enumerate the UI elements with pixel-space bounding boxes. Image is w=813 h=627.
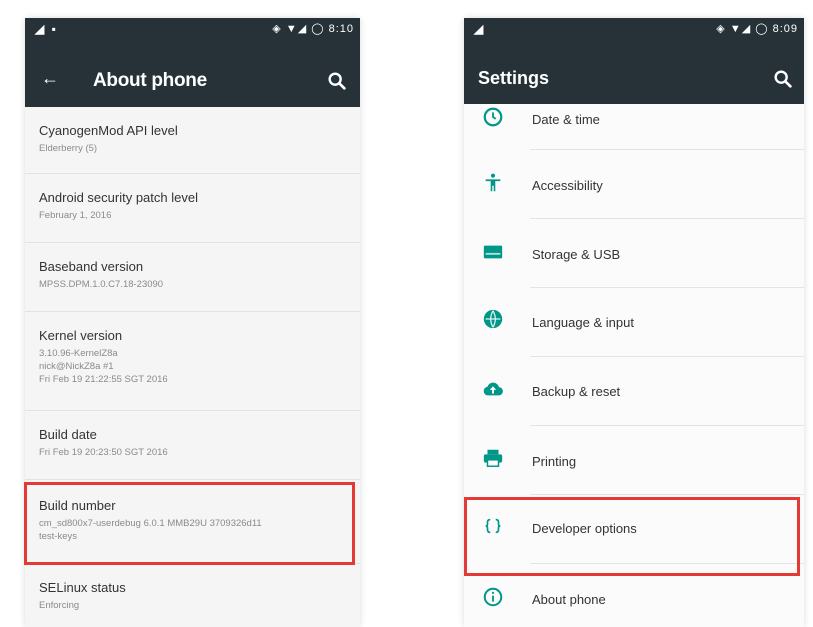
about-item-kernel[interactable]: Kernel version 3.10.96-KernelZ8a nick@Ni…: [25, 312, 360, 411]
search-icon[interactable]: [326, 70, 348, 92]
item-label: Storage & USB: [532, 247, 621, 262]
status-notification-icons: ◢ ▪: [35, 22, 58, 36]
settings-item-printing[interactable]: Printing: [464, 426, 804, 494]
status-system-icons: ◈ ▼◢ ◯ 8:09: [716, 23, 798, 35]
globe-icon: [483, 309, 503, 329]
settings-item-language-input[interactable]: Language & input: [464, 288, 804, 356]
page-title: About phone: [93, 70, 207, 91]
item-title: Build date: [39, 427, 97, 442]
item-label: Printing: [532, 454, 577, 469]
item-title: Android security patch level: [39, 190, 198, 205]
about-item-build-date[interactable]: Build date Fri Feb 19 20:23:50 SGT 2016: [25, 411, 360, 480]
status-bar: ◢ ◈ ▼◢ ◯ 8:09: [464, 18, 804, 42]
item-label: About phone: [532, 592, 606, 607]
item-label: Date & time: [532, 112, 600, 127]
about-item-baseband[interactable]: Baseband version MPSS.DPM.1.0.C7.18-2309…: [25, 243, 360, 312]
build-number-highlight-box: [24, 482, 355, 565]
item-summary: Fri Feb 19 20:23:50 SGT 2016: [39, 447, 168, 458]
accessibility-icon: [485, 173, 501, 192]
item-label: Language & input: [532, 315, 634, 330]
item-title: Kernel version: [39, 328, 123, 343]
status-bar: ◢ ▪ ◈ ▼◢ ◯ 8:10: [25, 18, 360, 42]
about-item-security-patch[interactable]: Android security patch level February 1,…: [25, 174, 360, 243]
developer-options-highlight-box: [464, 497, 800, 576]
page-title: Settings: [478, 68, 550, 88]
settings-item-storage[interactable]: Storage & USB: [464, 219, 804, 287]
item-title: Baseband version: [39, 259, 144, 274]
item-summary: 3.10.96-KernelZ8a nick@NickZ8a #1 Fri Fe…: [39, 348, 168, 385]
item-label: Accessibility: [532, 178, 603, 193]
settings-item-accessibility[interactable]: Accessibility: [464, 150, 804, 218]
clock-icon: [483, 107, 503, 127]
settings-item-backup-reset[interactable]: Backup & reset: [464, 357, 804, 425]
item-label: Backup & reset: [532, 384, 621, 399]
status-system-icons: ◈ ▼◢ ◯ 8:10: [272, 23, 354, 35]
item-summary: Enforcing: [39, 600, 80, 611]
about-item-selinux[interactable]: SELinux status Enforcing: [25, 564, 360, 627]
cloud-upload-icon: [483, 382, 503, 396]
info-icon: [483, 587, 503, 607]
settings-appbar: ◢ ◈ ▼◢ ◯ 8:09 Settings: [464, 18, 804, 104]
item-summary: February 1, 2016: [39, 210, 112, 221]
search-icon[interactable]: [772, 68, 794, 90]
printer-icon: [483, 449, 503, 467]
about-item-cyanogenmod-api[interactable]: CyanogenMod API level Elderberry (5): [25, 107, 360, 174]
about-phone-appbar: ◢ ▪ ◈ ▼◢ ◯ 8:10 ← About phone: [25, 18, 360, 107]
item-title: CyanogenMod API level: [39, 123, 178, 138]
back-arrow-icon[interactable]: ←: [41, 68, 59, 89]
item-summary: Elderberry (5): [39, 143, 98, 154]
status-notification-icons: ◢: [474, 22, 486, 36]
item-summary: MPSS.DPM.1.0.C7.18-23090: [39, 279, 164, 290]
item-title: SELinux status: [39, 580, 126, 595]
storage-icon: [483, 245, 503, 259]
